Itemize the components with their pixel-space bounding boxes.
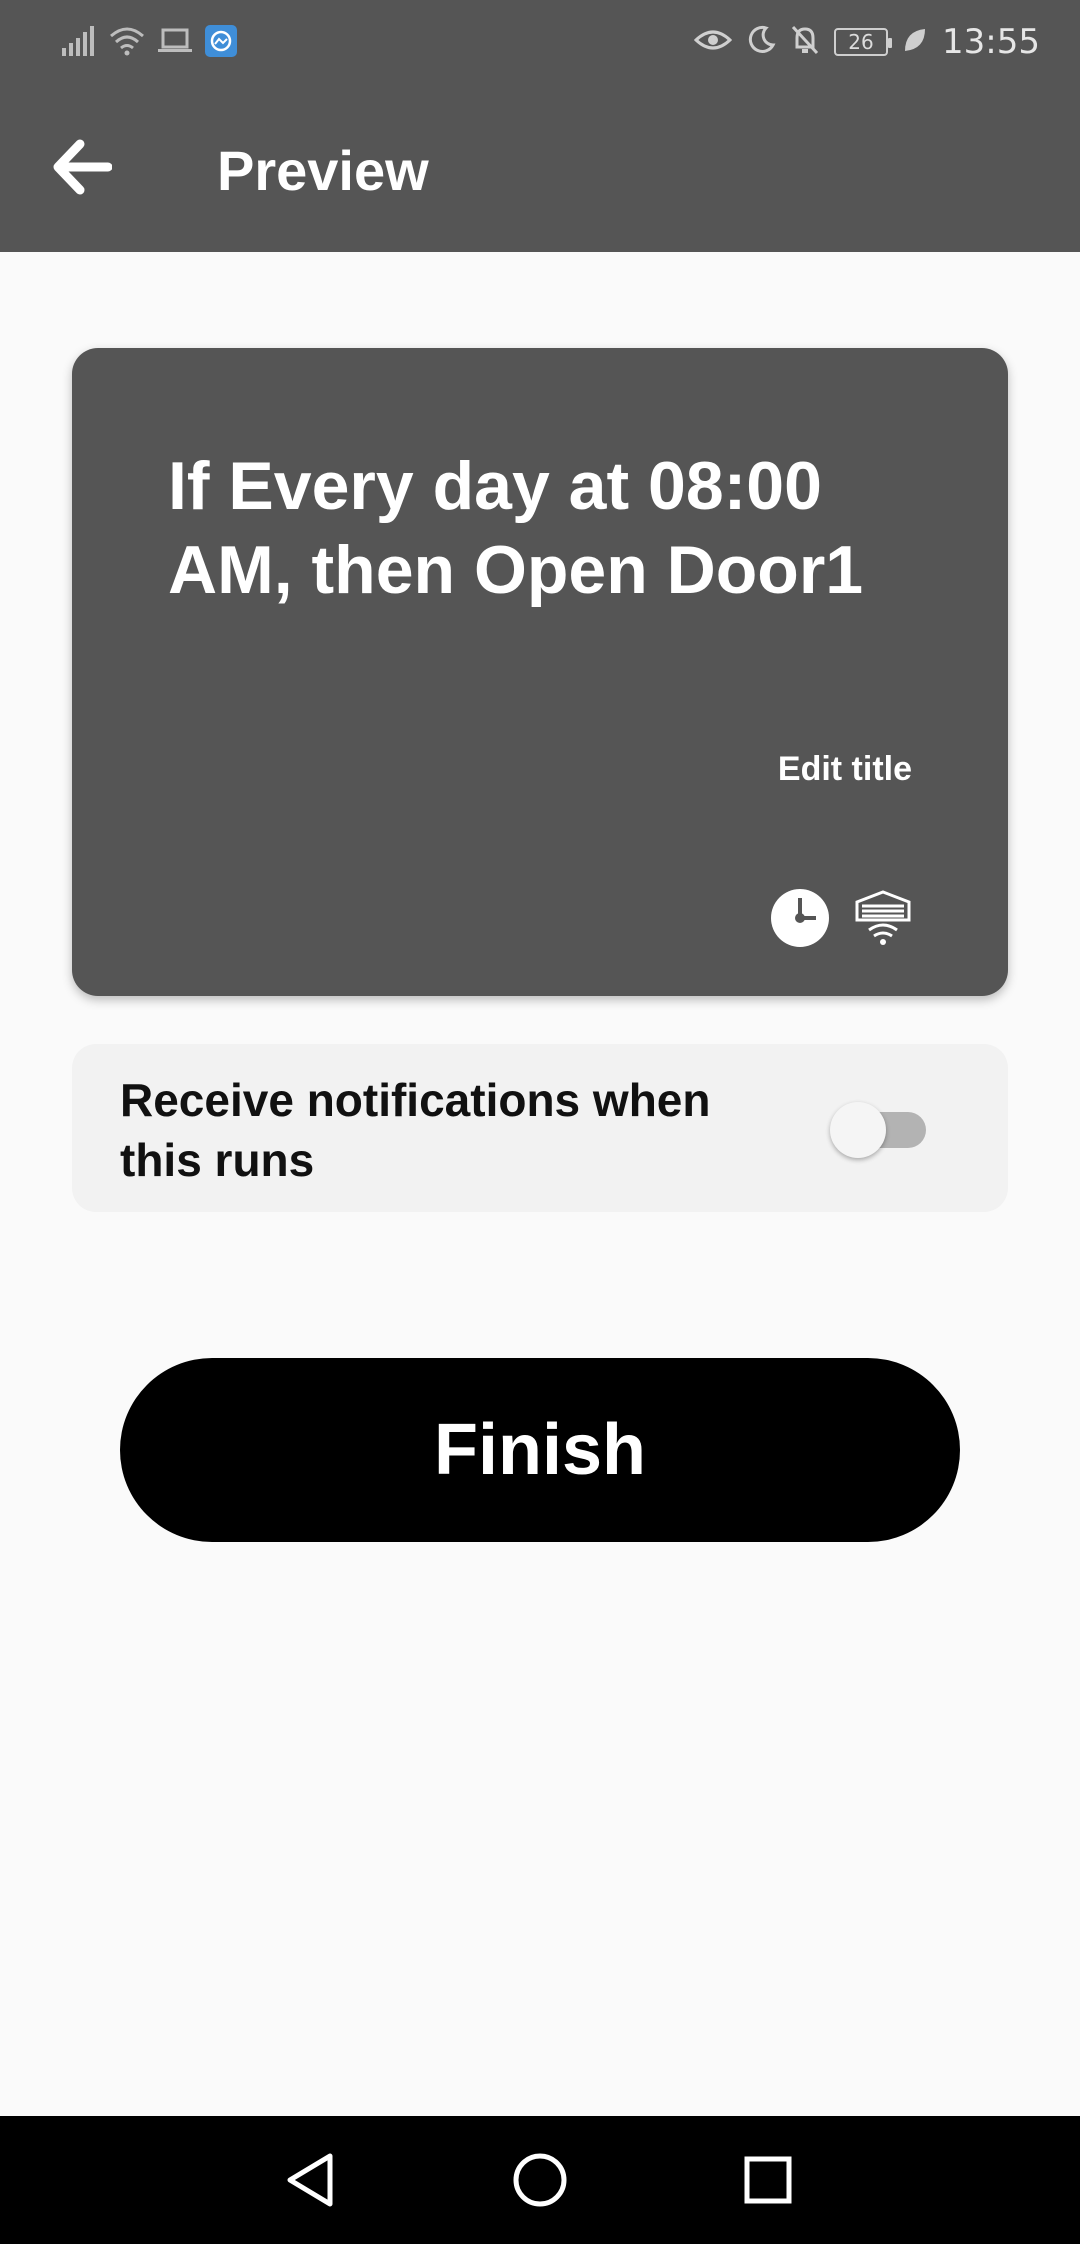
toggle-thumb (830, 1102, 886, 1158)
back-triangle-icon[interactable] (278, 2148, 342, 2212)
edit-title-link[interactable]: Edit title (778, 748, 912, 790)
page-title: Preview (217, 139, 429, 202)
service-icons (770, 888, 912, 953)
leaf-icon (902, 26, 928, 59)
notifications-toggle[interactable] (830, 1102, 928, 1158)
system-nav-bar (0, 2116, 1080, 2244)
battery-icon: 26 (834, 28, 893, 56)
home-circle-icon[interactable] (508, 2148, 572, 2212)
status-bar: 26 13:55 (0, 0, 1080, 86)
signal-icon (62, 26, 96, 61)
status-right-icons: 26 13:55 (693, 22, 1040, 62)
back-button[interactable] (46, 134, 116, 204)
clock-icon (770, 888, 830, 953)
bell-off-icon (790, 24, 820, 61)
app-bar: Preview (0, 86, 1080, 252)
status-time: 13:55 (942, 22, 1040, 62)
applet-card: If Every day at 08:00 AM, then Open Door… (72, 348, 1008, 996)
notifications-row: Receive notifications when this runs (72, 1044, 1008, 1212)
recents-square-icon[interactable] (736, 2148, 800, 2212)
moon-icon (746, 25, 776, 60)
wifi-icon (108, 26, 146, 61)
status-left-icons (62, 24, 238, 63)
eye-comfort-icon (693, 26, 733, 59)
arrow-left-icon (50, 138, 113, 201)
applet-title: If Every day at 08:00 AM, then Open Door… (168, 448, 864, 608)
laptop-icon (158, 27, 192, 60)
finish-button[interactable]: Finish (120, 1358, 960, 1542)
notifications-label: Receive notifications when this runs (120, 1074, 711, 1186)
screen: 26 13:55 Preview If Every day at 08:00 A… (0, 0, 1080, 2244)
photo-app-icon (204, 24, 238, 63)
garage-door-icon (854, 890, 912, 951)
battery-level: 26 (848, 30, 874, 54)
